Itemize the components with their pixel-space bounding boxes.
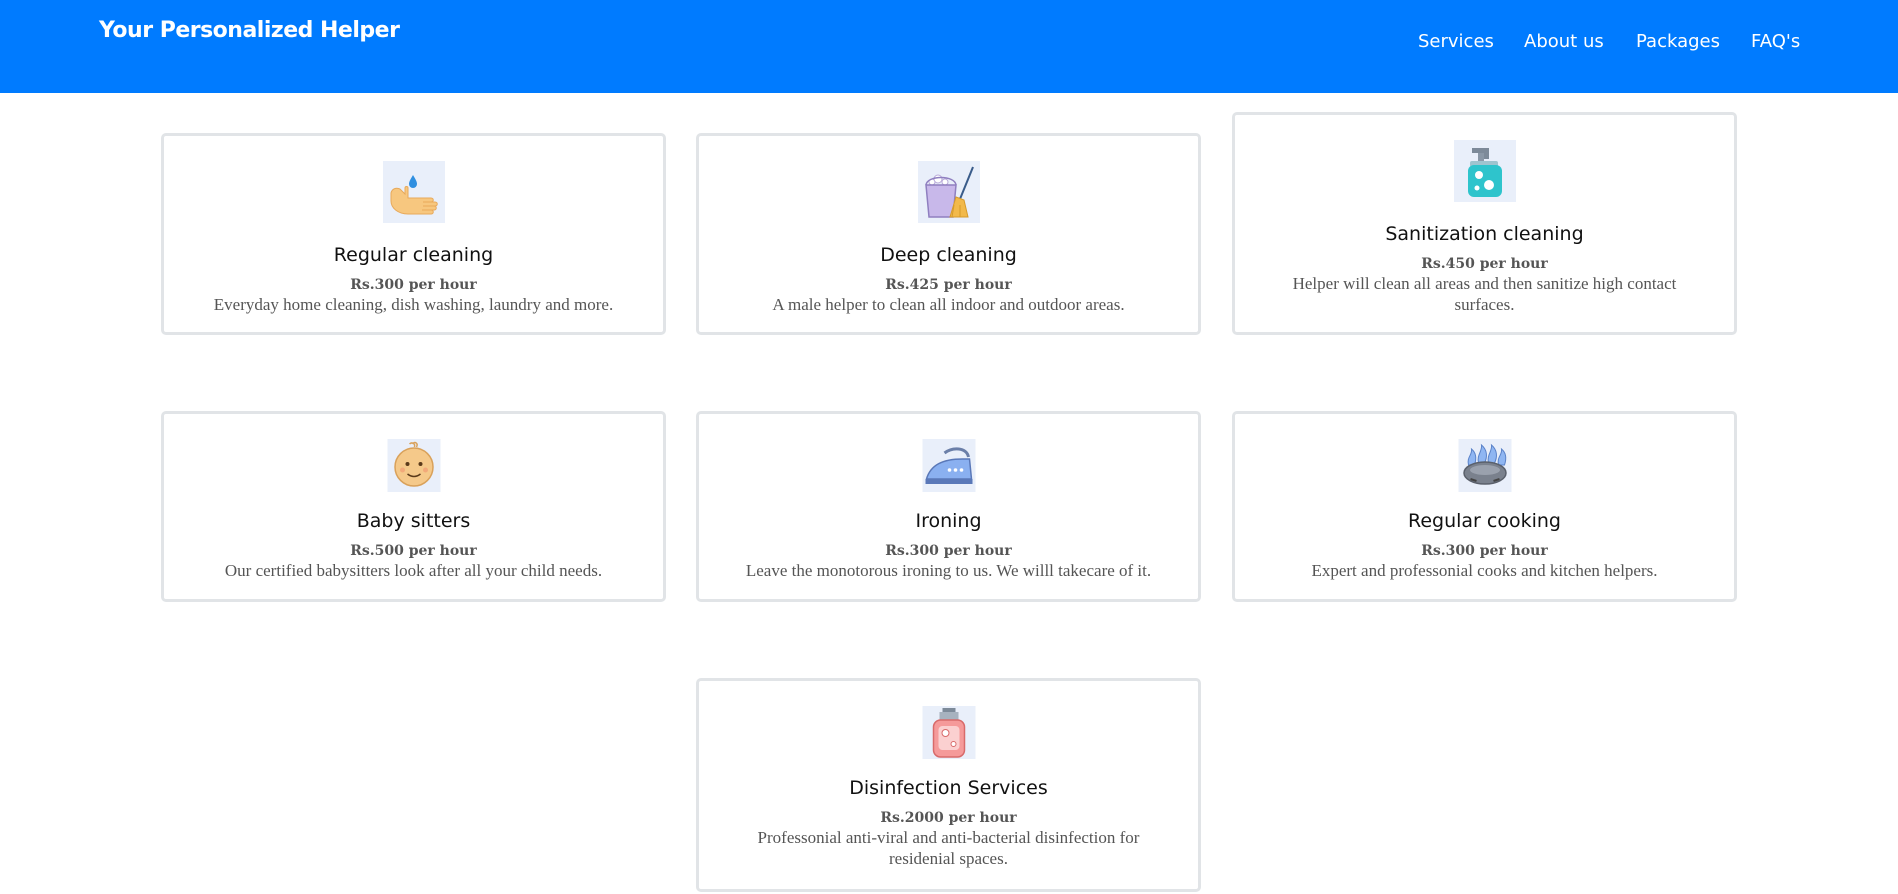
service-description: Professonial anti-viral and anti-bacteri… — [757, 828, 1140, 868]
service-price: Rs.500 per hour — [350, 543, 477, 559]
service-description: Everyday home cleaning, dish washing, la… — [213, 295, 614, 314]
soap-dispenser-icon — [1453, 140, 1516, 202]
service-title: Baby sitters — [356, 510, 471, 532]
service-title: Regular cleaning — [333, 244, 494, 266]
nav-link-packages[interactable]: Packages — [1636, 31, 1720, 52]
service-card-disinfection-services[interactable]: Disinfection Services Rs.2000 per hour P… — [696, 678, 1201, 892]
disinfectant-bottle-icon — [922, 706, 975, 759]
baby-face-icon — [387, 439, 440, 492]
nav-link-about-us[interactable]: About us — [1524, 31, 1604, 52]
service-price: Rs.300 per hour — [1421, 543, 1548, 559]
service-card-regular-cleaning[interactable]: Regular cleaning Rs.300 per hour Everyda… — [161, 133, 666, 335]
brand-logo[interactable]: Your Personalized Helper — [99, 18, 400, 43]
service-title: Ironing — [915, 510, 982, 532]
service-description: Leave the monotorous ironing to us. We w… — [745, 561, 1152, 580]
hand-washing-icon — [382, 161, 445, 223]
nav-link-services[interactable]: Services — [1418, 31, 1494, 52]
service-description: Expert and professonial cooks and kitche… — [1311, 561, 1658, 580]
service-description: Helper will clean all areas and then san… — [1292, 274, 1677, 314]
iron-icon — [922, 439, 975, 492]
service-title: Sanitization cleaning — [1385, 223, 1584, 245]
service-price: Rs.450 per hour — [1421, 256, 1548, 272]
service-title: Regular cooking — [1408, 510, 1561, 532]
service-card-baby-sitters[interactable]: Baby sitters Rs.500 per hour Our certifi… — [161, 411, 666, 602]
gas-burner-icon — [1458, 439, 1511, 492]
navbar: Your Personalized Helper Services About … — [0, 0, 1898, 93]
service-card-deep-cleaning[interactable]: Deep cleaning Rs.425 per hour A male hel… — [696, 133, 1201, 335]
bucket-broom-icon — [917, 161, 980, 223]
service-price: Rs.300 per hour — [350, 277, 477, 293]
nav-link-faqs[interactable]: FAQ's — [1751, 31, 1800, 52]
service-description: A male helper to clean all indoor and ou… — [772, 295, 1125, 314]
service-card-regular-cooking[interactable]: Regular cooking Rs.300 per hour Expert a… — [1232, 411, 1737, 602]
service-title: Disinfection Services — [849, 777, 1048, 799]
service-price: Rs.300 per hour — [885, 543, 1012, 559]
service-price: Rs.425 per hour — [885, 277, 1012, 293]
service-price: Rs.2000 per hour — [880, 810, 1017, 826]
service-card-ironing[interactable]: Ironing Rs.300 per hour Leave the monoto… — [696, 411, 1201, 602]
service-description: Our certified babysitters look after all… — [224, 561, 603, 580]
service-title: Deep cleaning — [880, 244, 1017, 266]
service-card-sanitization-cleaning[interactable]: Sanitization cleaning Rs.450 per hour He… — [1232, 112, 1737, 335]
